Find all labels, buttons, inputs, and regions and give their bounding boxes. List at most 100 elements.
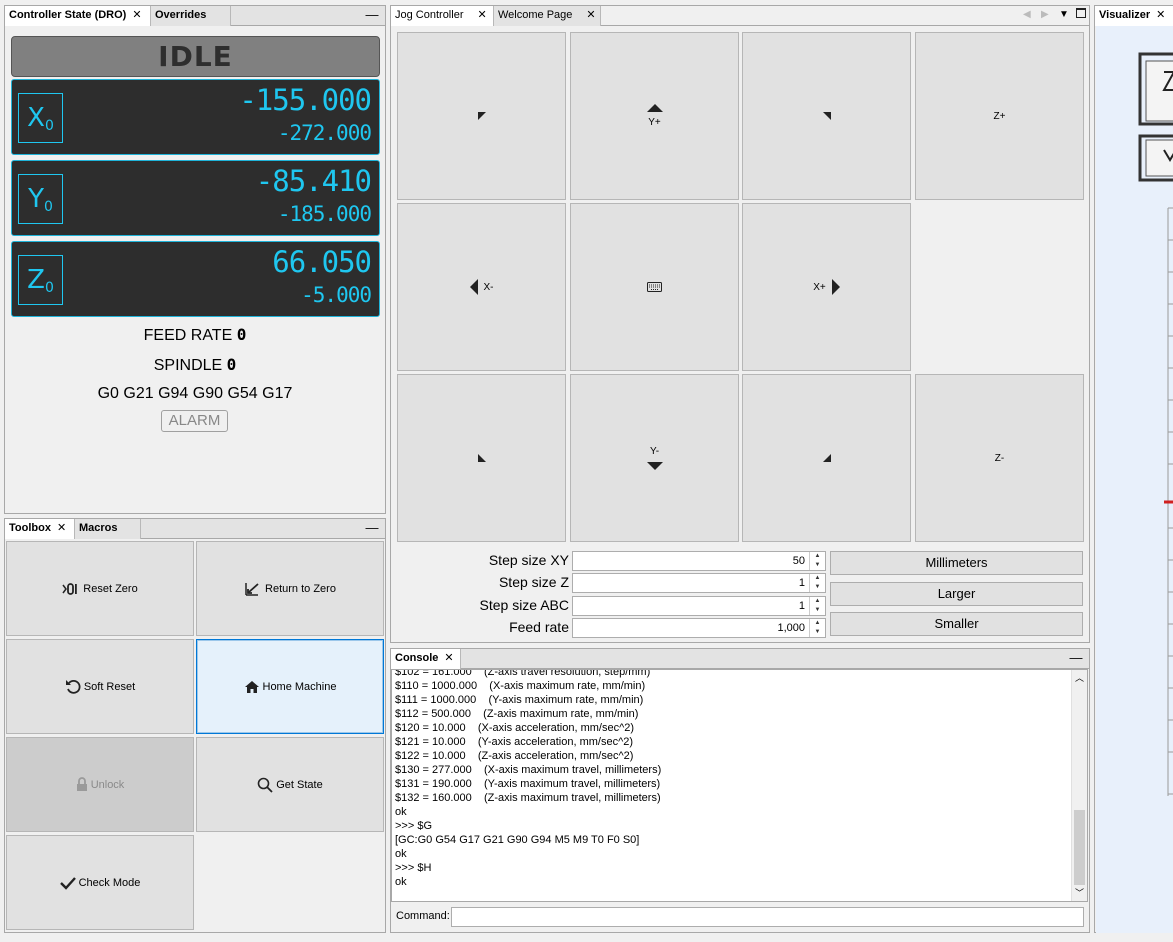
tab-jog-controller[interactable]: Jog Controller ✕ xyxy=(391,6,494,26)
get-state-button[interactable]: Get State xyxy=(196,737,384,832)
step-size-z-input[interactable]: 1 ▲ ▼ xyxy=(572,573,826,593)
close-icon[interactable]: ✕ xyxy=(57,522,66,534)
spinner-icon[interactable]: ▲ ▼ xyxy=(809,574,825,592)
tab-controller-state[interactable]: Controller State (DRO) ✕ xyxy=(5,6,151,26)
console-output[interactable]: $102 = 161.000 (Z-axis travel resolution… xyxy=(391,669,1088,902)
axis-x: X0 -155.000 -272.000 xyxy=(11,79,380,155)
tab-visualizer[interactable]: Visualizer ✕ xyxy=(1095,6,1173,26)
console-line: $102 = 161.000 (Z-axis travel resolution… xyxy=(395,669,651,678)
axis-y-work-position: -85.410 xyxy=(255,164,372,198)
visualizer-tabbar: Visualizer ✕ xyxy=(1095,6,1173,26)
spinner-icon[interactable]: ▲ ▼ xyxy=(809,552,825,570)
close-icon[interactable]: ✕ xyxy=(132,9,141,21)
console-line: ok xyxy=(395,876,407,888)
scroll-up-icon[interactable]: ︿ xyxy=(1072,670,1087,686)
soft-reset-button[interactable]: Soft Reset xyxy=(6,639,194,734)
arrow-up-icon xyxy=(646,104,663,112)
axis-z-reset-button[interactable]: Z0 xyxy=(18,255,63,305)
console-line: $112 = 500.000 (Z-axis maximum rate, mm/… xyxy=(395,708,639,720)
step-size-abc-input[interactable]: 1 ▲ ▼ xyxy=(572,596,826,616)
unlock-button[interactable]: Unlock xyxy=(6,737,194,832)
smaller-button[interactable]: Smaller xyxy=(830,612,1083,636)
close-icon[interactable]: ✕ xyxy=(586,9,595,21)
scroll-down-icon[interactable]: ﹀ xyxy=(1072,885,1087,901)
feed-rate-input[interactable]: 1,000 ▲ ▼ xyxy=(572,618,826,638)
spindle-readout: SPINDLE 0 xyxy=(153,355,237,374)
toolbox-panel: Toolbox ✕ Macros — Reset Zero Return to Z… xyxy=(4,518,386,933)
console-line: >>> $G xyxy=(395,820,433,832)
close-icon[interactable]: ✕ xyxy=(444,652,453,664)
minimize-icon[interactable]: — xyxy=(365,6,379,26)
arrow-right-icon xyxy=(831,279,840,295)
arrow-down-icon xyxy=(646,462,663,470)
visualizer-canvas[interactable] xyxy=(1096,26,1173,933)
return-to-zero-icon xyxy=(245,582,259,596)
spinner-icon[interactable]: ▲ ▼ xyxy=(809,597,825,615)
step-size-z-label: Step size Z xyxy=(498,574,569,590)
feed-rate-readout: FEED RATE 0 xyxy=(143,325,247,344)
check-mode-button[interactable]: Check Mode xyxy=(6,835,194,930)
tab-welcome-page[interactable]: Welcome Page ✕ xyxy=(494,6,601,26)
console-line: $132 = 160.000 (Z-axis maximum travel, m… xyxy=(395,792,661,804)
tab-console[interactable]: Console ✕ xyxy=(391,649,461,669)
arrow-down-left-icon xyxy=(477,454,486,462)
tab-macros[interactable]: Macros xyxy=(75,519,141,539)
scroll-thumb[interactable] xyxy=(1074,810,1085,885)
step-size-abc-label: Step size ABC xyxy=(479,597,570,613)
jog-z-minus-button[interactable]: Z- xyxy=(915,374,1084,542)
command-input[interactable] xyxy=(451,907,1084,927)
tab-overrides[interactable]: Overrides xyxy=(151,6,231,26)
alarm-badge: ALARM xyxy=(161,410,228,432)
jog-x-minus-y-minus-button[interactable] xyxy=(397,374,566,542)
millimeters-button[interactable]: Millimeters xyxy=(830,551,1083,575)
tab-list-icon[interactable]: ▼ xyxy=(1059,9,1069,20)
jog-panel: Jog Controller ✕ Welcome Page ✕ ◀ ▶ ▼ Y+ Z… xyxy=(390,5,1090,643)
console-lines: $102 = 161.000 (Z-axis travel resolution… xyxy=(392,669,1071,889)
keyboard-jog-button[interactable] xyxy=(570,203,739,371)
larger-button[interactable]: Larger xyxy=(830,582,1083,606)
tab-scroll-left-icon[interactable]: ◀ xyxy=(1023,9,1031,20)
check-icon xyxy=(59,876,76,890)
step-size-xy-input[interactable]: 50 ▲ ▼ xyxy=(572,551,826,571)
console-line: $122 = 10.000 (Z-axis acceleration, mm/s… xyxy=(395,750,634,762)
jog-x-minus-y-plus-button[interactable] xyxy=(397,32,566,200)
tab-toolbox[interactable]: Toolbox ✕ xyxy=(5,519,75,539)
axis-y: Y0 -85.410 -185.000 xyxy=(11,160,380,236)
jog-tabbar: Jog Controller ✕ Welcome Page ✕ ◀ ▶ ▼ xyxy=(391,6,1089,26)
jog-x-plus-y-plus-button[interactable] xyxy=(742,32,911,200)
jog-x-plus-y-minus-button[interactable] xyxy=(742,374,911,542)
arrow-up-left-icon xyxy=(477,112,486,120)
tab-scroll-right-icon[interactable]: ▶ xyxy=(1041,9,1049,20)
arrow-up-right-icon xyxy=(822,112,831,120)
return-to-zero-button[interactable]: Return to Zero xyxy=(196,541,384,636)
spinner-icon[interactable]: ▲ ▼ xyxy=(809,619,825,637)
axis-x-reset-button[interactable]: X0 xyxy=(18,93,63,143)
jog-y-minus-button[interactable]: Y- xyxy=(570,374,739,542)
console-scrollbar[interactable]: ︿ ﹀ xyxy=(1071,670,1087,901)
arrow-down-right-icon xyxy=(822,454,831,462)
jog-x-plus-button[interactable]: X+ xyxy=(742,203,911,371)
reset-zero-button[interactable]: Reset Zero xyxy=(6,541,194,636)
axis-z-work-position: 66.050 xyxy=(272,245,372,279)
orientation-cube-icon[interactable] xyxy=(1096,26,1173,933)
axis-x-work-position: -155.000 xyxy=(239,83,372,117)
axis-y-machine-position: -185.000 xyxy=(277,202,372,226)
axis-z: Z0 66.050 -5.000 xyxy=(11,241,380,317)
console-line: ok xyxy=(395,848,407,860)
close-icon[interactable]: ✕ xyxy=(1156,9,1165,21)
jog-x-minus-button[interactable]: X- xyxy=(397,203,566,371)
console-line: $130 = 277.000 (X-axis maximum travel, m… xyxy=(395,764,662,776)
console-line: ok xyxy=(395,806,407,818)
arrow-left-icon xyxy=(469,279,478,295)
axis-y-reset-button[interactable]: Y0 xyxy=(18,174,63,224)
jog-y-plus-button[interactable]: Y+ xyxy=(570,32,739,200)
home-machine-button[interactable]: Home Machine xyxy=(196,639,384,734)
close-icon[interactable]: ✕ xyxy=(477,9,486,21)
lock-icon xyxy=(76,777,87,791)
maximize-icon[interactable] xyxy=(1076,8,1086,18)
minimize-icon[interactable]: — xyxy=(1069,649,1083,669)
step-size-xy-label: Step size XY xyxy=(488,552,569,568)
keyboard-icon xyxy=(647,282,662,292)
jog-z-plus-button[interactable]: Z+ xyxy=(915,32,1084,200)
minimize-icon[interactable]: — xyxy=(365,519,379,539)
